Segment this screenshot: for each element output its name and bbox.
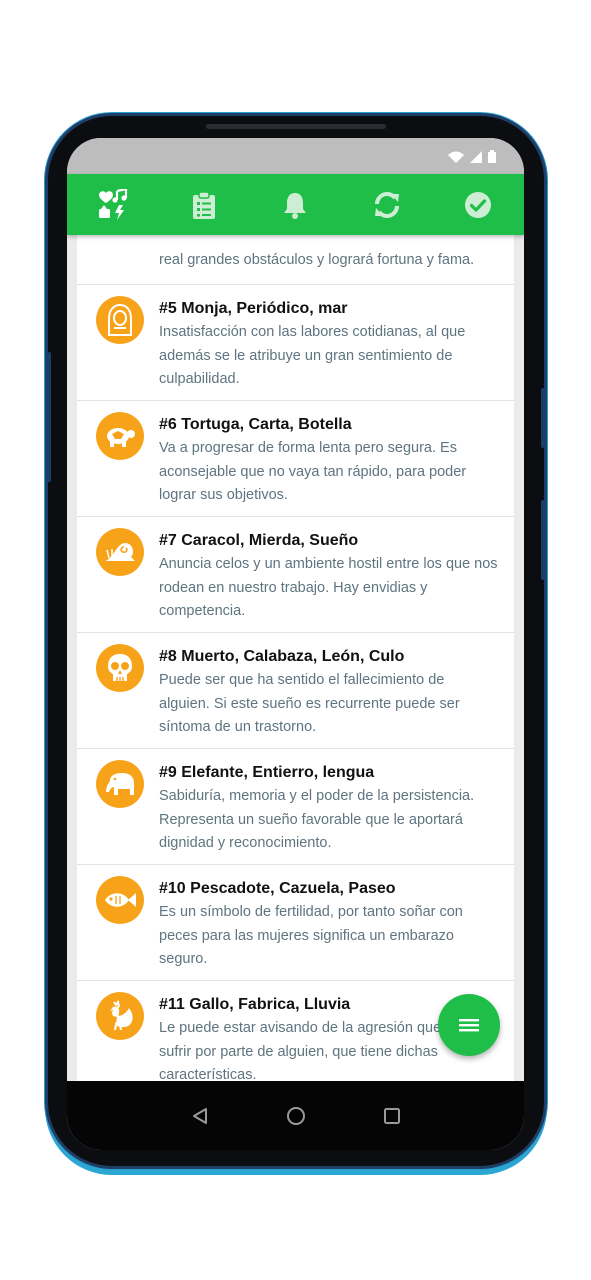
item-description: real grandes obstáculos y logrará fortun… — [159, 251, 475, 268]
nav-home-button[interactable] — [281, 1101, 311, 1131]
signal-icon — [470, 151, 482, 163]
item-description: Puede ser que ha sentido el fallecimient… — [159, 672, 460, 735]
dream-list: real grandes obstáculos y logrará fortun… — [77, 235, 514, 1081]
toolbar-button-notifications[interactable] — [273, 183, 317, 227]
status-bar — [67, 138, 524, 174]
skull-icon — [108, 654, 132, 681]
side-key — [47, 352, 51, 482]
item-avatar — [96, 296, 144, 344]
system-navigation-bar — [67, 1081, 524, 1150]
battery-icon — [488, 150, 496, 163]
menu-fab[interactable] — [438, 994, 500, 1056]
menu-icon — [459, 1019, 479, 1032]
wifi-icon — [448, 151, 464, 163]
item-title: #9 Elefante, Entierro, lengua — [159, 764, 375, 781]
nav-recents-button[interactable] — [377, 1101, 407, 1131]
clipboard-icon — [193, 190, 216, 219]
nun-icon — [108, 304, 132, 336]
elephant-icon — [106, 773, 134, 795]
app-screen: real grandes obstáculos y logrará fortun… — [67, 138, 524, 1150]
rooster-icon — [110, 1000, 133, 1031]
item-description: Sabiduría, memoria y el poder de la pers… — [159, 788, 475, 851]
item-avatar — [96, 644, 144, 692]
list-item[interactable]: real grandes obstáculos y logrará fortun… — [77, 235, 514, 285]
toolbar-button-done[interactable] — [456, 183, 500, 227]
heart-music-icon — [98, 188, 127, 220]
list-item[interactable]: #6 Tortuga, Carta, Botella Va a progresa… — [77, 401, 514, 517]
power-button — [541, 388, 545, 448]
back-triangle-icon — [192, 1107, 207, 1124]
item-title: #8 Muerto, Calabaza, León, Culo — [159, 648, 405, 665]
item-avatar — [96, 760, 144, 808]
list-item[interactable]: #10 Pescadote, Cazuela, Paseo Es un símb… — [77, 865, 514, 981]
toolbar-button-music-dreams[interactable] — [91, 183, 135, 227]
sync-icon — [374, 191, 399, 218]
item-title: #5 Monja, Periódico, mar — [159, 300, 348, 317]
list-item[interactable]: #9 Elefante, Entierro, lengua Sabiduría,… — [77, 749, 514, 865]
bell-icon — [284, 192, 307, 219]
home-circle-icon — [286, 1106, 305, 1125]
toolbar-button-refresh[interactable] — [365, 183, 409, 227]
item-description: Anuncia celos y un ambiente hostil entre… — [159, 556, 498, 619]
toolbar-button-list[interactable] — [182, 183, 226, 227]
item-avatar — [96, 528, 144, 576]
recents-square-icon — [383, 1107, 400, 1124]
item-title: #7 Caracol, Mierda, Sueño — [159, 532, 359, 549]
nav-back-button[interactable] — [185, 1101, 215, 1131]
list-item[interactable]: #5 Monja, Periódico, mar Insatisfacción … — [77, 285, 514, 401]
earpiece-speaker — [206, 124, 386, 129]
turtle-icon — [107, 428, 135, 447]
check-circle-icon — [465, 191, 492, 218]
item-title: #6 Tortuga, Carta, Botella — [159, 416, 352, 433]
item-title: #10 Pescadote, Cazuela, Paseo — [159, 880, 396, 897]
list-item[interactable]: #7 Caracol, Mierda, Sueño Anuncia celos … — [77, 517, 514, 633]
top-toolbar — [67, 174, 524, 235]
item-description: Va a progresar de forma lenta pero segur… — [159, 440, 467, 503]
list-item[interactable]: #8 Muerto, Calabaza, León, Culo Puede se… — [77, 633, 514, 749]
item-description: Insatisfacción con las labores cotidiana… — [159, 324, 466, 387]
item-avatar — [96, 992, 144, 1040]
volume-button — [541, 500, 545, 580]
item-description: Es un símbolo de fertilidad, por tanto s… — [159, 904, 463, 967]
fish-icon — [105, 893, 136, 907]
item-avatar — [96, 876, 144, 924]
status-icons — [448, 150, 496, 163]
snail-icon — [105, 543, 135, 561]
item-avatar — [96, 412, 144, 460]
